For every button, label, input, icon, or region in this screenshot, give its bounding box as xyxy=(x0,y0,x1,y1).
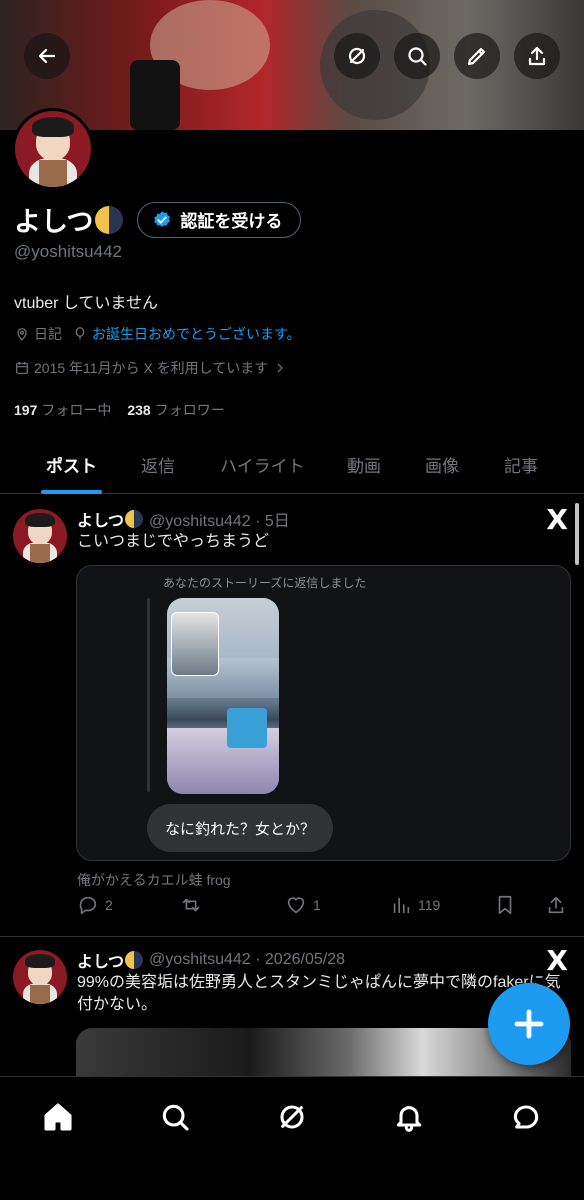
following-label: フォロー中 xyxy=(41,402,112,418)
arrow-left-icon xyxy=(38,48,56,64)
chevron-right-icon xyxy=(277,363,284,373)
get-verified-button[interactable]: 認証を受ける xyxy=(137,201,302,238)
back-button[interactable] xyxy=(24,33,70,79)
following-link[interactable]: 197 フォロー中 xyxy=(14,400,111,420)
tab-highlights[interactable]: ハイライト xyxy=(220,452,305,477)
post-meta: @yoshitsu442 · 2026/05/28 xyxy=(149,951,345,968)
nav-messages[interactable] xyxy=(506,1097,546,1137)
nav-grok[interactable] xyxy=(272,1097,312,1137)
location-item: 日記 xyxy=(14,324,62,344)
grok-icon xyxy=(280,1105,304,1129)
reply-button[interactable]: 2 xyxy=(77,894,113,916)
profile-bio: vtuber していません xyxy=(14,295,158,312)
search-icon xyxy=(162,1104,189,1131)
reply-icon xyxy=(79,896,97,915)
edit-button[interactable] xyxy=(454,33,500,79)
nav-notifications[interactable] xyxy=(389,1097,429,1137)
profile-tabs: ポスト 返信 ハイライト 動画 画像 記事 xyxy=(0,432,584,494)
birthday-link[interactable]: お誕生日おめでとうございます。 xyxy=(92,324,301,344)
website-item[interactable]: お誕生日おめでとうございます。 xyxy=(72,324,301,344)
profile-name-row: よしつ 認証を受ける xyxy=(14,200,302,239)
share-icon xyxy=(528,46,546,66)
balloon-icon xyxy=(75,327,85,340)
bookmark-button[interactable] xyxy=(494,894,522,916)
get-verified-label: 認証を受ける xyxy=(180,212,283,231)
pencil-icon xyxy=(467,47,486,66)
followers-link[interactable]: 238 フォロワー xyxy=(127,400,224,420)
post-header: よしつ @yoshitsu442 · 5日 xyxy=(77,507,290,531)
location-text: 日記 xyxy=(34,326,62,342)
post-source-text: 俺がかえるカエル蛙 frog xyxy=(77,872,231,888)
tab-articles[interactable]: 記事 xyxy=(504,452,538,477)
post-meta: @yoshitsu442 · 5日 xyxy=(149,513,290,530)
story-thumbnail[interactable] xyxy=(167,598,279,794)
banner-photo-region xyxy=(130,60,180,130)
nav-home[interactable] xyxy=(38,1097,78,1137)
home-icon xyxy=(44,1103,72,1131)
share-button[interactable] xyxy=(514,33,560,79)
view-count: 119 xyxy=(418,897,441,913)
share-post-button[interactable] xyxy=(545,894,573,916)
nav-search[interactable] xyxy=(155,1097,195,1137)
like-button[interactable]: 1 xyxy=(285,894,321,916)
active-tab-indicator xyxy=(41,490,102,494)
plus-icon xyxy=(514,1009,544,1039)
post-avatar[interactable] xyxy=(13,509,67,563)
post-divider xyxy=(0,936,584,937)
search-icon xyxy=(408,47,427,66)
message-icon xyxy=(513,1105,539,1129)
followers-count: 238 xyxy=(127,402,151,418)
tab-images[interactable]: 画像 xyxy=(425,452,459,477)
post-author-name[interactable]: よしつ xyxy=(77,507,124,531)
location-pin-icon xyxy=(17,328,27,341)
moon-emoji-icon xyxy=(125,951,144,969)
scrollbar[interactable] xyxy=(575,503,579,565)
search-button[interactable] xyxy=(394,33,440,79)
tab-replies[interactable]: 返信 xyxy=(141,452,175,477)
post-text: こいつまじでやっちまうど xyxy=(77,533,270,550)
compose-post-button[interactable] xyxy=(488,983,570,1065)
following-count: 197 xyxy=(14,402,38,418)
reply-count: 2 xyxy=(105,897,113,913)
profile-meta-row: 日記 お誕生日おめでとうございます。 xyxy=(14,324,311,344)
post-actions: 2 1 119 xyxy=(0,890,584,922)
joined-text: 2015 年11月から X を利用しています xyxy=(34,360,269,376)
story-reply-label: あなたのストーリーズに返信しました xyxy=(163,576,367,590)
tab-posts[interactable]: ポスト xyxy=(46,452,97,477)
reply-message-bubble: なに釣れた？女とか？ xyxy=(147,804,334,852)
follow-stats: 197 フォロー中 238 フォロワー xyxy=(14,400,225,420)
moon-emoji-icon xyxy=(125,510,144,528)
bell-icon xyxy=(396,1106,422,1132)
story-reply-card[interactable]: あなたのストーリーズに返信しました なに釣れた？女とか？ xyxy=(76,565,571,861)
tab-videos[interactable]: 動画 xyxy=(347,452,381,477)
post-header: よしつ @yoshitsu442 · 2026/05/28 xyxy=(77,948,345,972)
bookmark-icon xyxy=(498,895,512,915)
moon-emoji-icon xyxy=(95,205,124,234)
followers-label: フォロワー xyxy=(154,402,225,418)
joined-row[interactable]: 2015 年11月から X を利用しています xyxy=(14,358,292,378)
quote-bar xyxy=(147,598,150,792)
bottom-navigation xyxy=(0,1076,584,1200)
analytics-icon xyxy=(393,897,410,914)
heart-icon xyxy=(287,897,305,914)
views-button[interactable]: 119 xyxy=(390,894,440,916)
repost-icon xyxy=(182,898,200,912)
profile-handle: @yoshitsu442 xyxy=(14,242,122,261)
like-count: 1 xyxy=(313,897,321,913)
post-avatar[interactable] xyxy=(13,950,67,1004)
profile-name: よしつ xyxy=(14,207,94,237)
verified-badge-icon xyxy=(154,210,171,227)
grok-button[interactable] xyxy=(334,33,380,79)
profile-avatar[interactable] xyxy=(12,108,94,190)
post-author-name[interactable]: よしつ xyxy=(77,948,124,972)
share-icon xyxy=(548,896,564,914)
repost-button[interactable] xyxy=(180,894,208,916)
calendar-icon xyxy=(16,362,28,374)
grok-icon xyxy=(348,47,366,65)
